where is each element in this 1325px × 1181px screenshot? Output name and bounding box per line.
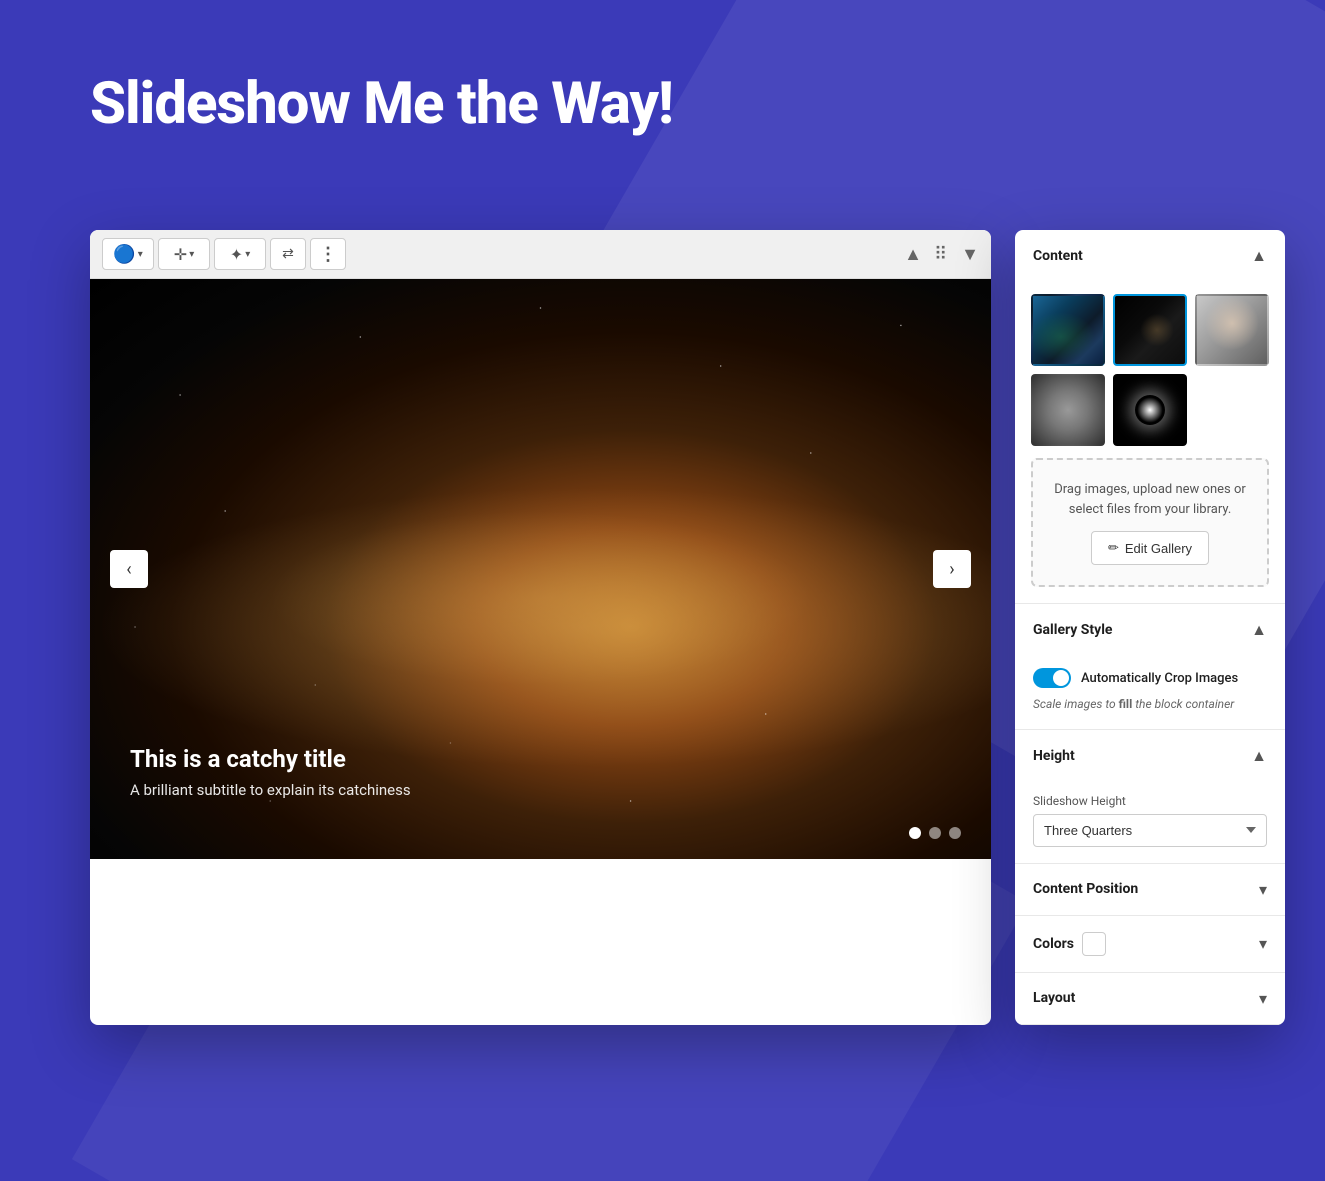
dot-1[interactable] [909, 827, 921, 839]
slide-subtitle: A brilliant subtitle to explain its catc… [130, 781, 411, 799]
move-icon: ✛ [174, 245, 187, 264]
colors-section-header[interactable]: Colors ▾ [1015, 916, 1285, 972]
slideshow-next-btn[interactable]: › [933, 550, 971, 588]
slide-dots [909, 827, 961, 839]
desc-bold: fill [1119, 697, 1133, 711]
content-section-header[interactable]: Content ▲ [1015, 230, 1285, 282]
crop-toggle[interactable] [1033, 668, 1071, 688]
gallery-style-title: Gallery Style [1033, 622, 1112, 638]
content-position-chevron: ▾ [1259, 880, 1267, 899]
content-position-header[interactable]: Content Position ▾ [1015, 864, 1285, 915]
height-section: Height ▲ Slideshow Height Full Three Qua… [1015, 730, 1285, 864]
drag-dots-icon[interactable]: ⠿ [934, 244, 949, 265]
upload-text: Drag images, upload new ones or select f… [1049, 480, 1251, 519]
move-arrow: ▾ [189, 249, 194, 260]
prev-icon: ‹ [126, 559, 131, 580]
gallery-style-content: Automatically Crop Images Scale images t… [1015, 656, 1285, 729]
desc-prefix: Scale images to [1033, 697, 1119, 711]
thumbnails-grid [1015, 282, 1285, 458]
layout-chevron: ▾ [1259, 989, 1267, 1008]
content-section-title: Content [1033, 248, 1083, 264]
edit-gallery-label: Edit Gallery [1125, 541, 1192, 556]
editor-panel: 🔵 ▾ ✛ ▾ ✦ ▾ ⇄ ⋮ ▲ ⠿ ▼ [90, 230, 991, 1025]
content-position-title: Content Position [1033, 881, 1138, 897]
colors-section-title: Colors [1033, 936, 1074, 952]
gallery-style-header[interactable]: Gallery Style ▲ [1015, 604, 1285, 656]
edit-icon: ✏ [1108, 540, 1119, 556]
nav-down-icon[interactable]: ▼ [961, 244, 979, 265]
edit-gallery-btn[interactable]: ✏ Edit Gallery [1091, 531, 1209, 565]
thumbnail-4[interactable] [1031, 374, 1105, 446]
more-btn[interactable]: ⋮ [310, 238, 346, 270]
layout-section: Layout ▾ [1015, 973, 1285, 1025]
transform-icon: ⇄ [282, 246, 294, 262]
layout-section-header[interactable]: Layout ▾ [1015, 973, 1285, 1024]
main-content: 🔵 ▾ ✛ ▾ ✦ ▾ ⇄ ⋮ ▲ ⠿ ▼ [90, 230, 1285, 1025]
move-btn[interactable]: ✛ ▾ [158, 238, 210, 270]
style-icon: ✦ [230, 245, 243, 264]
page-title: Slideshow Me the Way! [90, 70, 673, 138]
style-btn[interactable]: ✦ ▾ [214, 238, 266, 270]
block-arrow: ▾ [138, 249, 143, 260]
slideshow-area: ‹ › This is a catchy title A brilliant s… [90, 279, 991, 859]
height-section-title: Height [1033, 748, 1075, 764]
upload-area: Drag images, upload new ones or select f… [1031, 458, 1269, 587]
gallery-style-section: Gallery Style ▲ Automatically Crop Image… [1015, 604, 1285, 730]
dot-2[interactable] [929, 827, 941, 839]
content-chevron: ▲ [1251, 246, 1267, 266]
colors-section: Colors ▾ [1015, 916, 1285, 973]
slide-content: This is a catchy title A brilliant subti… [130, 745, 411, 799]
thumbnail-2[interactable] [1113, 294, 1187, 366]
layout-section-title: Layout [1033, 990, 1075, 1006]
slideshow-prev-btn[interactable]: ‹ [110, 550, 148, 588]
thumbnail-5[interactable] [1113, 374, 1187, 446]
gallery-style-chevron: ▲ [1251, 620, 1267, 640]
slideshow-height-label: Slideshow Height [1033, 794, 1267, 808]
style-arrow: ▾ [245, 249, 250, 260]
more-icon: ⋮ [319, 244, 337, 265]
colors-header-left: Colors [1033, 932, 1106, 956]
crop-description: Scale images to fill the block container [1033, 696, 1267, 713]
content-position-section: Content Position ▾ [1015, 864, 1285, 916]
next-icon: › [949, 559, 954, 580]
dot-3[interactable] [949, 827, 961, 839]
nav-up-icon[interactable]: ▲ [904, 244, 922, 265]
block-icon: 🔵 [113, 244, 135, 265]
thumbnail-3[interactable] [1195, 294, 1269, 366]
height-section-header[interactable]: Height ▲ [1015, 730, 1285, 782]
transform-btn[interactable]: ⇄ [270, 238, 306, 270]
block-icon-btn[interactable]: 🔵 ▾ [102, 238, 154, 270]
colors-chevron: ▾ [1259, 934, 1267, 953]
desc-suffix: the block container [1132, 697, 1234, 711]
toolbar: 🔵 ▾ ✛ ▾ ✦ ▾ ⇄ ⋮ ▲ ⠿ ▼ [90, 230, 991, 279]
toolbar-right: ▲ ⠿ ▼ [904, 244, 979, 265]
slide-title: This is a catchy title [130, 745, 411, 773]
settings-panel: Content ▲ Drag images, upload new ones o… [1015, 230, 1285, 1025]
height-content: Slideshow Height Full Three Quarters Two… [1015, 782, 1285, 863]
crop-toggle-row: Automatically Crop Images [1033, 668, 1267, 688]
content-section: Content ▲ Drag images, upload new ones o… [1015, 230, 1285, 604]
crop-toggle-label: Automatically Crop Images [1081, 671, 1238, 686]
thumbnail-1[interactable] [1031, 294, 1105, 366]
color-swatch[interactable] [1082, 932, 1106, 956]
height-chevron: ▲ [1251, 746, 1267, 766]
slideshow-height-select[interactable]: Full Three Quarters Two Thirds Half Cust… [1033, 814, 1267, 847]
